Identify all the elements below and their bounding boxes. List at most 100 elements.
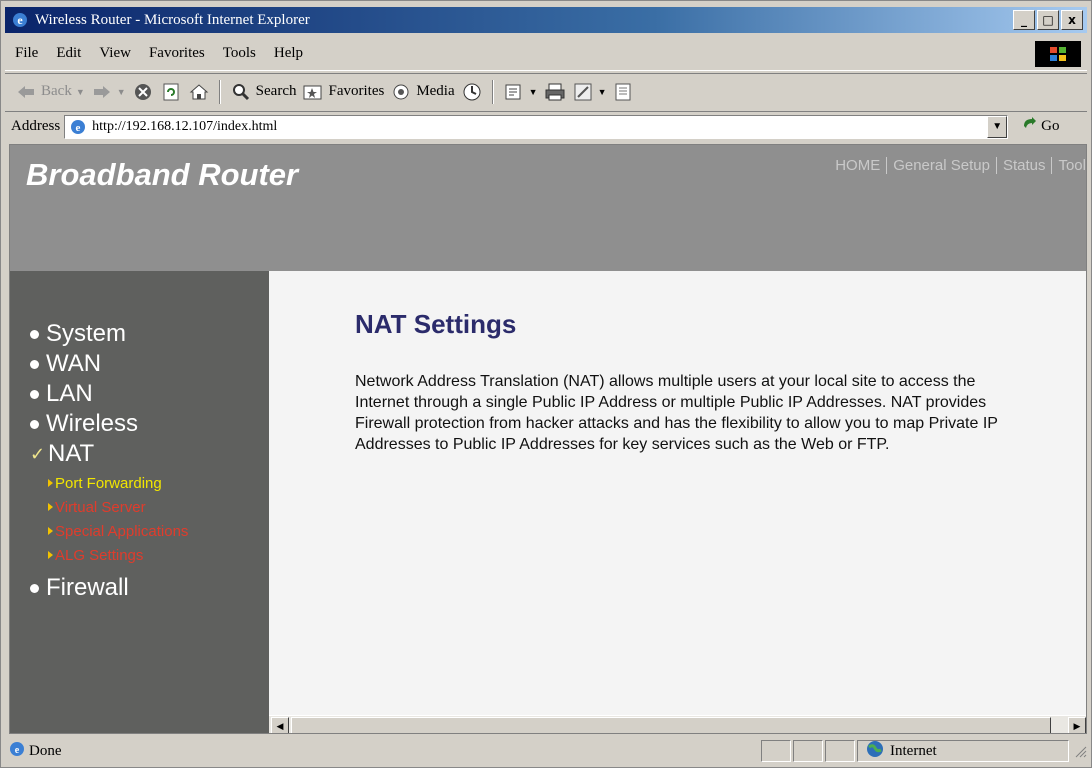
- router-banner: Broadband Router HOME General Setup Stat…: [10, 145, 1086, 271]
- close-button[interactable]: x: [1061, 10, 1083, 30]
- sidebar-item-label: System: [46, 320, 127, 347]
- sidebar-item-label: Wireless: [46, 410, 139, 437]
- status-bar: e Done Internet: [5, 737, 1087, 765]
- forward-arrow-icon: [91, 81, 113, 103]
- title-bar: e Wireless Router - Microsoft Internet E…: [5, 7, 1087, 33]
- submenu-label: Virtual Server: [55, 498, 146, 516]
- ie-icon: e: [11, 11, 29, 29]
- svg-text:e: e: [17, 13, 23, 27]
- sidebar-item-wireless[interactable]: Wireless: [30, 409, 188, 439]
- submenu-alg-settings[interactable]: ALG Settings: [48, 543, 188, 567]
- nav-status[interactable]: Status: [995, 157, 1052, 174]
- home-icon[interactable]: [188, 81, 210, 103]
- media-icon: [390, 81, 412, 103]
- menu-view[interactable]: View: [90, 45, 140, 62]
- page-viewport: Broadband Router HOME General Setup Stat…: [9, 144, 1087, 734]
- edit-icon: [572, 81, 594, 103]
- toolbar-separator: [218, 79, 221, 104]
- bullet-icon: [30, 359, 39, 369]
- refresh-icon[interactable]: [160, 81, 182, 103]
- forward-button[interactable]: ▼: [91, 81, 126, 103]
- triangle-right-icon: [48, 479, 53, 487]
- status-cell: [761, 740, 791, 762]
- chevron-down-icon: ▼: [116, 86, 126, 97]
- submenu-special-applications[interactable]: Special Applications: [48, 519, 188, 543]
- page-description: Network Address Translation (NAT) allows…: [355, 373, 998, 453]
- triangle-right-icon: [48, 503, 53, 511]
- sidebar-item-lan[interactable]: LAN: [30, 379, 188, 409]
- bullet-icon: [30, 419, 39, 429]
- sidebar-menu: System WAN LAN Wireless ✓ NAT Port Forwa…: [30, 319, 188, 603]
- scrollbar-thumb[interactable]: [291, 717, 1051, 733]
- bullet-icon: [30, 583, 39, 593]
- sidebar-item-firewall[interactable]: Firewall: [30, 573, 188, 603]
- status-text-area: e Done: [5, 741, 759, 762]
- bullet-icon: [30, 389, 39, 399]
- search-button[interactable]: Search: [230, 81, 297, 103]
- sidebar-item-system[interactable]: System: [30, 319, 188, 349]
- zone-label: Internet: [890, 742, 937, 759]
- status-text: Done: [29, 742, 62, 759]
- browser-window: e Wireless Router - Microsoft Internet E…: [0, 0, 1092, 768]
- ie-page-icon: e: [68, 118, 88, 136]
- back-label: Back: [41, 83, 72, 99]
- menu-edit[interactable]: Edit: [47, 45, 90, 62]
- svg-text:e: e: [15, 745, 20, 756]
- menu-favorites[interactable]: Favorites: [140, 45, 214, 62]
- nav-home[interactable]: HOME: [829, 157, 886, 174]
- windows-logo-icon: [1035, 41, 1081, 67]
- status-cell: [793, 740, 823, 762]
- scroll-left-icon[interactable]: ◀: [271, 717, 289, 733]
- horizontal-scrollbar[interactable]: ◀ ▶: [269, 715, 1086, 733]
- submenu-label: ALG Settings: [55, 546, 144, 564]
- menu-help[interactable]: Help: [265, 45, 312, 62]
- sidebar-item-label: NAT: [48, 440, 95, 467]
- chevron-down-icon: ▼: [528, 86, 538, 97]
- address-field[interactable]: e ▼: [64, 114, 1009, 139]
- submenu-label: Special Applications: [55, 522, 189, 540]
- top-navigation: HOME General Setup Status Tool: [829, 157, 1086, 174]
- sidebar-item-wan[interactable]: WAN: [30, 349, 188, 379]
- security-zone: Internet: [857, 740, 1069, 762]
- sidebar-item-label: LAN: [46, 380, 93, 407]
- menu-file[interactable]: File: [5, 45, 47, 62]
- page-done-icon: e: [9, 741, 25, 762]
- menu-tools[interactable]: Tools: [214, 45, 265, 62]
- go-button[interactable]: Go: [1022, 116, 1060, 137]
- back-button[interactable]: Back ▼: [15, 81, 85, 103]
- sidebar: System WAN LAN Wireless ✓ NAT Port Forwa…: [10, 271, 269, 733]
- print-icon[interactable]: [544, 81, 566, 103]
- address-input[interactable]: [92, 118, 973, 135]
- address-dropdown-icon[interactable]: ▼: [987, 115, 1008, 138]
- favorites-button[interactable]: Favorites: [302, 81, 384, 103]
- sidebar-item-label: WAN: [46, 350, 102, 377]
- media-button[interactable]: Media: [390, 81, 455, 103]
- resize-grip-icon[interactable]: [1073, 744, 1087, 758]
- sidebar-item-nat[interactable]: ✓ NAT: [30, 439, 188, 469]
- history-icon[interactable]: [461, 81, 483, 103]
- triangle-right-icon: [48, 551, 53, 559]
- menu-bar: File Edit View Favorites Tools Help: [5, 37, 1087, 71]
- minimize-button[interactable]: _: [1013, 10, 1035, 30]
- search-icon: [230, 81, 252, 103]
- mail-icon: [503, 81, 525, 103]
- sidebar-item-label: Firewall: [46, 574, 129, 601]
- search-label: Search: [255, 83, 297, 99]
- media-label: Media: [416, 83, 455, 99]
- nav-general-setup[interactable]: General Setup: [886, 157, 996, 174]
- scroll-right-icon[interactable]: ▶: [1068, 717, 1086, 733]
- stop-icon[interactable]: [132, 81, 154, 103]
- main-content: NAT Settings Network Address Translation…: [269, 271, 1086, 715]
- nav-tool[interactable]: Tool: [1051, 157, 1086, 174]
- submenu-virtual-server[interactable]: Virtual Server: [48, 495, 188, 519]
- maximize-button[interactable]: □: [1037, 10, 1059, 30]
- chevron-down-icon: ▼: [597, 86, 607, 97]
- submenu-port-forwarding[interactable]: Port Forwarding: [48, 471, 188, 495]
- edit-button[interactable]: ▼: [572, 81, 607, 103]
- favorites-icon: [302, 81, 324, 103]
- discuss-icon[interactable]: [612, 81, 634, 103]
- mail-button[interactable]: ▼: [503, 81, 538, 103]
- bullet-icon: [30, 329, 39, 339]
- brand-title: Broadband Router: [26, 157, 299, 192]
- svg-text:e: e: [76, 122, 81, 134]
